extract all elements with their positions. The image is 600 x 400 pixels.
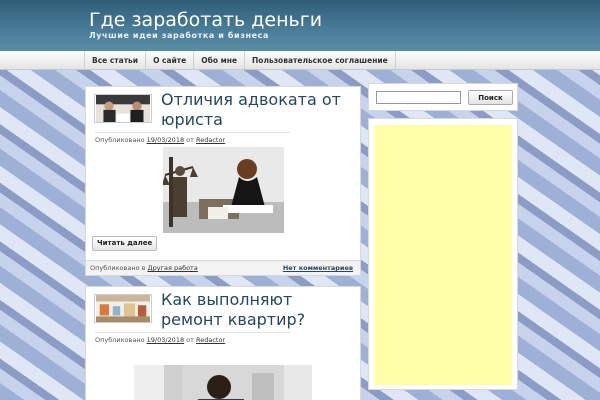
footer-prefix: Опубликовано в [90, 264, 146, 272]
post-meta: Опубликовано 19/03/2018 от Redactor [95, 132, 290, 144]
post-footer: Опубликовано в Другая работа Нет коммент… [85, 261, 361, 276]
read-more-button[interactable]: Читать далее [92, 236, 158, 251]
nav-item-about-site[interactable]: О сайте [145, 51, 193, 70]
post-category: Опубликовано в Другая работа [90, 261, 198, 276]
post-author-link[interactable]: Redactor [196, 136, 225, 144]
site-description: Лучшие идеи заработка и бизнеса [89, 31, 269, 40]
post-title[interactable]: Отличия адвоката от юриста [161, 90, 357, 130]
post-author-link[interactable]: Redactor [196, 336, 225, 344]
search-widget: Поиск [368, 83, 518, 111]
post-date-link[interactable]: 19/03/2018 [147, 336, 184, 344]
category-link[interactable]: Другая работа [148, 264, 198, 272]
site-header: Где заработать деньги Лучшие идеи зарабо… [0, 0, 600, 51]
meta-prefix: Опубликовано [95, 136, 145, 144]
ad-banner[interactable] [374, 125, 512, 385]
post-title[interactable]: Как выполняют ремонт квартир? [161, 290, 357, 330]
nav-item-about-me[interactable]: Обо мне [193, 51, 244, 70]
post-image [163, 147, 284, 233]
post-thumbnail-image[interactable] [94, 94, 152, 123]
search-button[interactable]: Поиск [468, 90, 513, 105]
nav-item-user-agreement[interactable]: Пользовательское соглашение [244, 51, 396, 70]
comments-link[interactable]: Нет комментариев [283, 261, 353, 276]
post-meta: Опубликовано 19/03/2018 от Redactor [95, 332, 290, 344]
site-title[interactable]: Где заработать деньги [89, 9, 322, 31]
post-thumbnail-image[interactable] [94, 294, 152, 323]
meta-by: от [186, 136, 194, 144]
post-date-link[interactable]: 19/03/2018 [147, 136, 184, 144]
sidebar-ad-widget [368, 118, 518, 390]
meta-by: от [186, 336, 194, 344]
post-image [134, 365, 312, 400]
post-card: Отличия адвоката от юриста Опубликовано … [85, 86, 361, 261]
search-input[interactable] [376, 91, 461, 104]
post-card: Как выполняют ремонт квартир? Опубликова… [85, 286, 361, 400]
nav-item-all-articles[interactable]: Все статьи [84, 51, 145, 70]
main-nav: Все статьи О сайте Обо мне Пользовательс… [0, 51, 600, 70]
meta-prefix: Опубликовано [95, 336, 145, 344]
